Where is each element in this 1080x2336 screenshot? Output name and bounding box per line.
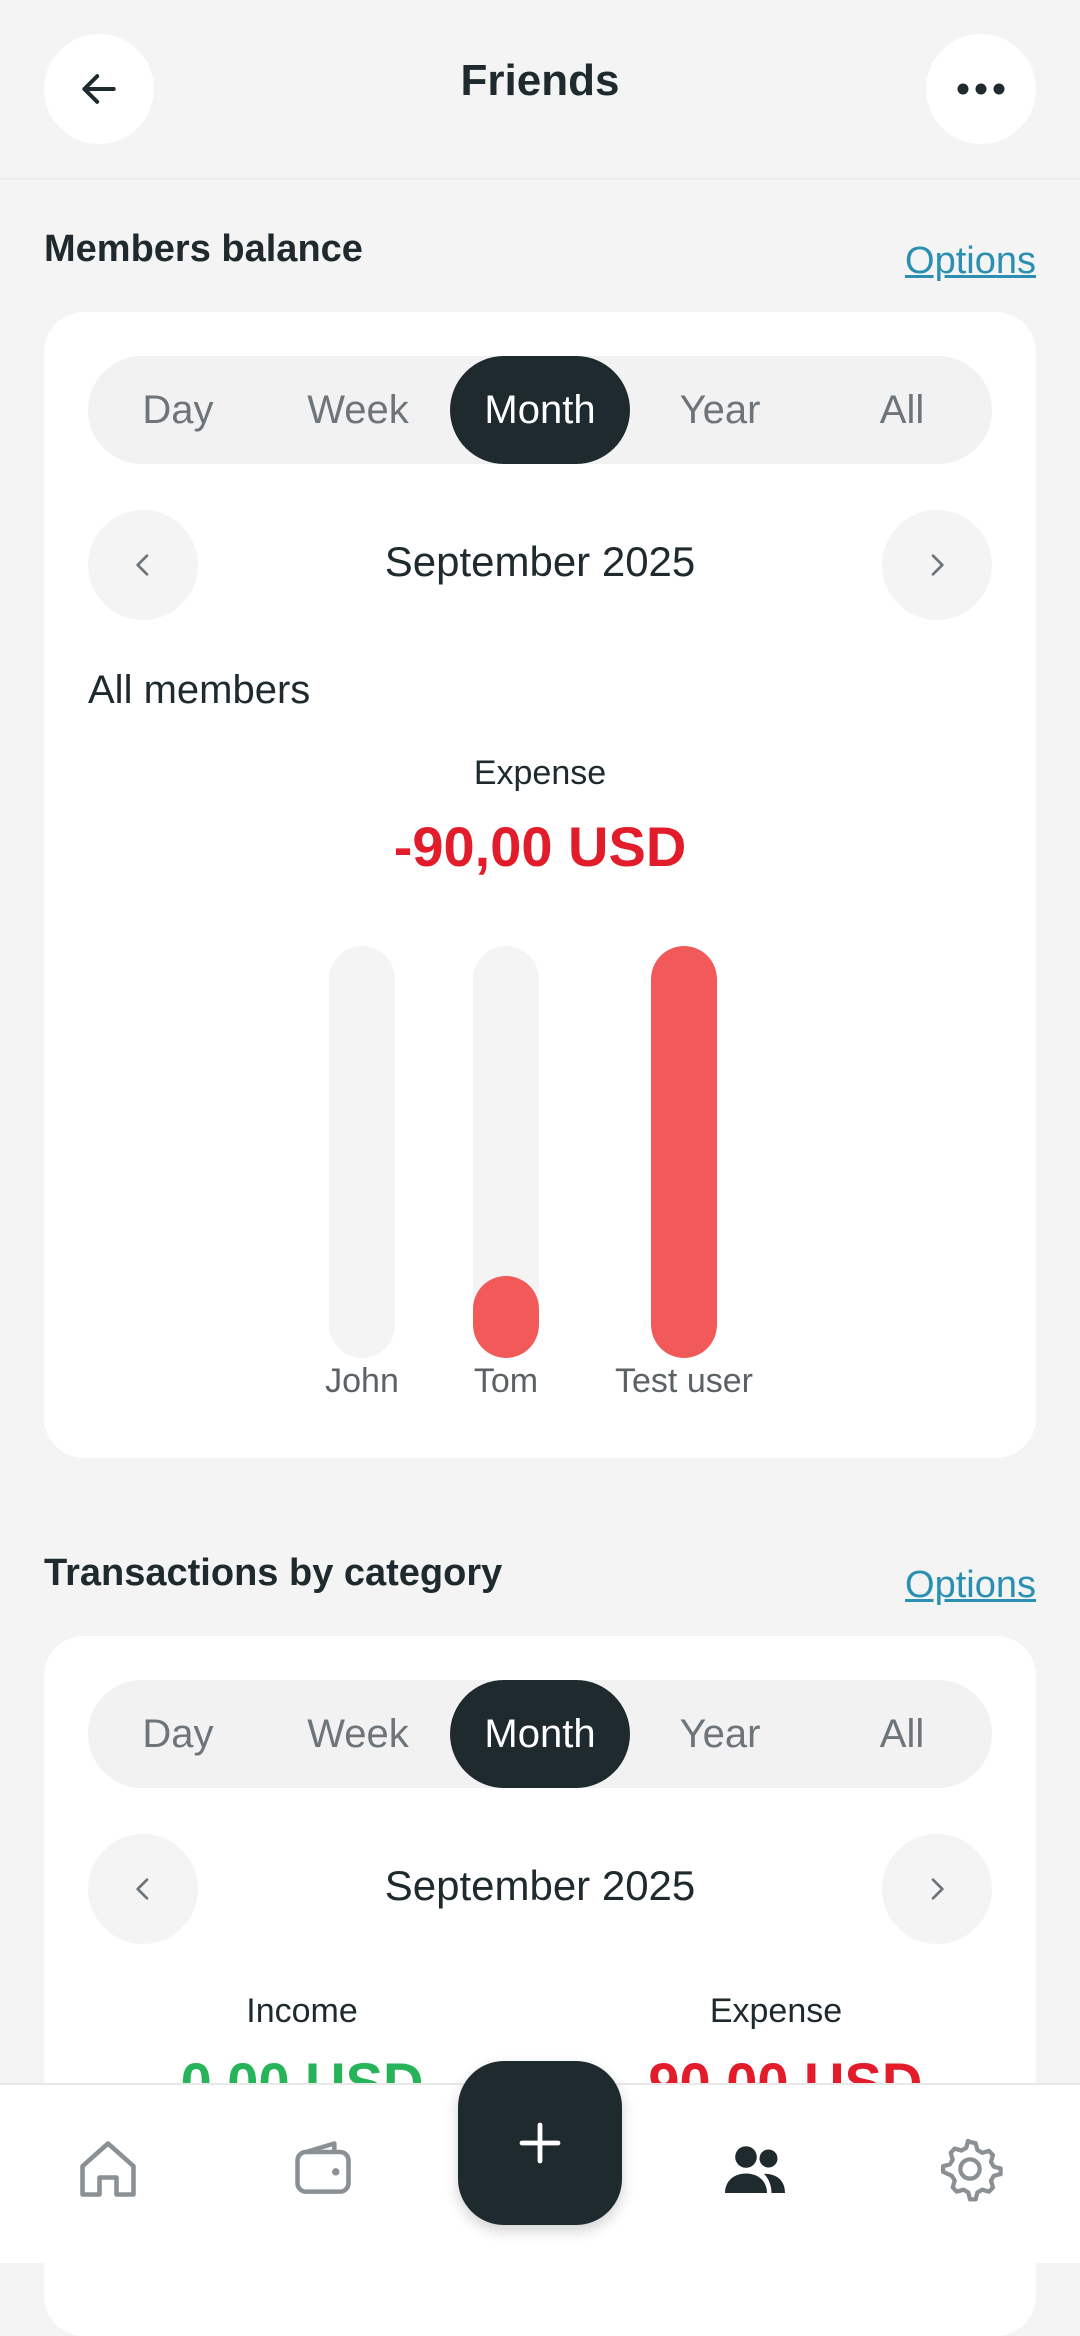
expense-label: Expense [473, 754, 607, 792]
members-balance-title: Members balance [44, 228, 363, 270]
more-button[interactable] [926, 34, 1036, 144]
date-navigator: September 2025 [88, 510, 992, 620]
transactions-options-link[interactable]: Options [905, 1564, 1036, 1607]
more-horizontal-icon [957, 83, 1005, 95]
period-selector: Day Week Month Year All [88, 356, 992, 464]
period-date: September 2025 [384, 1862, 696, 1909]
top-app-bar: Friends [0, 0, 1080, 180]
member-bar-test-user [651, 946, 717, 1358]
period-date: September 2025 [384, 538, 696, 585]
members-filter-label: All members [88, 668, 311, 712]
date-navigator: September 2025 [88, 1834, 992, 1944]
chevron-right-icon [931, 554, 944, 576]
member-bar-john [329, 946, 395, 1358]
chevron-right-icon [931, 1878, 944, 1900]
member-bar-fill [473, 1275, 539, 1358]
tab-wallet[interactable] [283, 2129, 363, 2209]
income-label: Income [246, 1992, 358, 2030]
period-day[interactable]: Day [88, 1680, 268, 1788]
period-month[interactable]: Month [450, 356, 630, 464]
tab-home[interactable] [68, 2129, 148, 2209]
period-month[interactable]: Month [450, 1680, 630, 1788]
next-period-button[interactable] [882, 510, 992, 620]
add-transaction-button[interactable] [458, 2061, 622, 2225]
tab-settings[interactable] [930, 2129, 1010, 2209]
period-week[interactable]: Week [268, 356, 448, 464]
member-bar-tom [473, 946, 539, 1358]
period-year[interactable]: Year [630, 1680, 810, 1788]
next-period-button[interactable] [882, 1834, 992, 1944]
transactions-by-category-title: Transactions by category [44, 1552, 503, 1594]
members-balance-card: Day Week Month Year All September 2025 A… [44, 312, 1036, 1458]
members-balance-options-link[interactable]: Options [905, 240, 1036, 283]
period-day[interactable]: Day [88, 356, 268, 464]
period-all[interactable]: All [812, 356, 992, 464]
member-name-tom: Tom [473, 1362, 539, 1400]
friends-icon [725, 2146, 785, 2193]
period-all[interactable]: All [812, 1680, 992, 1788]
home-icon [80, 2141, 136, 2197]
period-selector: Day Week Month Year All [88, 1680, 992, 1788]
period-year[interactable]: Year [630, 356, 810, 464]
period-week[interactable]: Week [268, 1680, 448, 1788]
add-icon [519, 2122, 561, 2164]
expense-total: -90,00 USD [393, 815, 687, 878]
member-bar-fill [651, 946, 717, 1358]
tab-friends[interactable] [715, 2129, 795, 2209]
wallet-icon [295, 2141, 351, 2194]
expense-label: Expense [709, 1992, 843, 2030]
page-title: Friends [460, 56, 620, 105]
settings-icon [940, 2138, 1003, 2202]
member-name-test-user: Test user [615, 1362, 753, 1400]
